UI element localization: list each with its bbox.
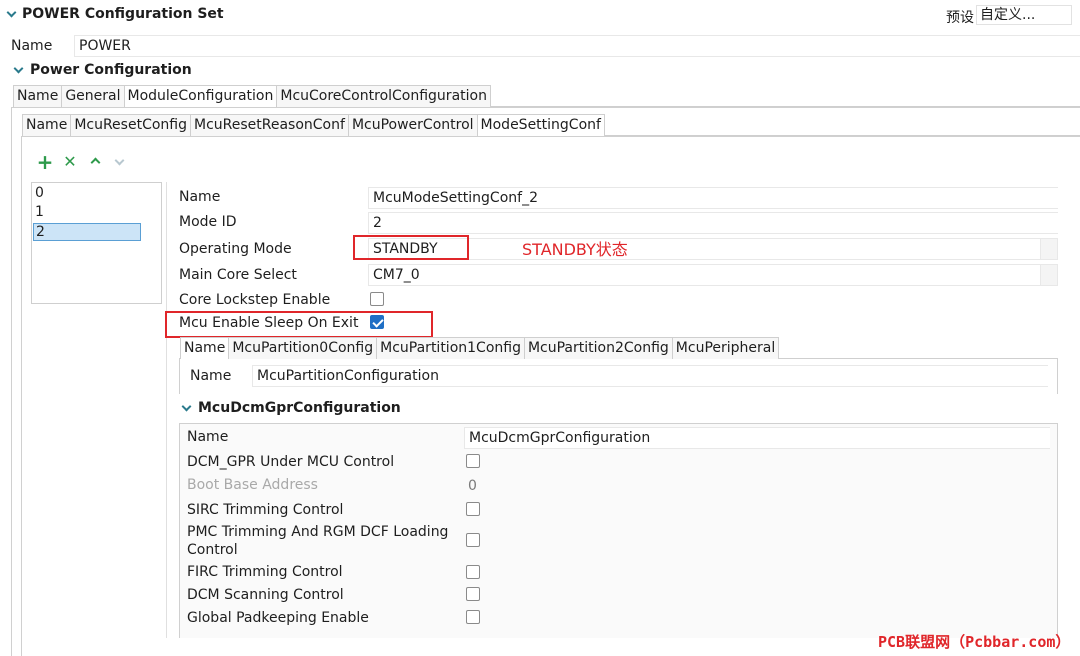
lockstep-label: Core Lockstep Enable (179, 292, 331, 308)
mode-id-input[interactable]: 2 (368, 212, 1058, 234)
padkeeping-checkbox[interactable] (466, 610, 480, 624)
mode-list: 0 1 2 (31, 182, 162, 304)
tab-peripheral[interactable]: McuPeripheral (671, 337, 780, 359)
preset-select[interactable]: 自定义... (976, 5, 1072, 25)
dcm-scan-label: DCM Scanning Control (187, 587, 344, 603)
tab-general[interactable]: General (61, 85, 125, 107)
tab-partition0[interactable]: McuPartition0Config (228, 337, 378, 359)
mode-id-label: Mode ID (179, 214, 237, 230)
dcm-section-title: McuDcmGprConfiguration (198, 400, 401, 416)
dcm-name-input[interactable]: McuDcmGprConfiguration (464, 427, 1050, 449)
dcm-scan-checkbox[interactable] (466, 587, 480, 601)
collapse-icon[interactable] (6, 7, 17, 18)
page-title: POWER Configuration Set (22, 6, 224, 22)
watermark-text: PCB联盟网（Pcbbar.com） (878, 633, 1071, 651)
list-item-selected[interactable]: 2 (33, 223, 141, 241)
pmc-label-line1: PMC Trimming And RGM DCF Loading (187, 524, 449, 540)
tab-mcu-reset-config[interactable]: McuResetConfig (70, 114, 191, 136)
collapse-icon[interactable] (13, 63, 24, 74)
sirc-label: SIRC Trimming Control (187, 502, 344, 518)
highlight-box (353, 235, 469, 260)
dcm-gpr-checkbox[interactable] (466, 454, 480, 468)
main-core-select[interactable]: CM7_0 (368, 264, 1040, 286)
pmc-label-line2: Control (187, 542, 238, 558)
dcm-name-label: Name (187, 429, 229, 445)
highlight-box (165, 311, 433, 338)
move-down-icon[interactable] (110, 150, 128, 168)
padkeeping-label: Global Padkeeping Enable (187, 610, 369, 626)
pmc-checkbox[interactable] (466, 533, 480, 547)
sirc-checkbox[interactable] (466, 502, 480, 516)
tab-mode-setting[interactable]: ModeSettingConf (476, 114, 605, 136)
tab-module-configuration[interactable]: ModuleConfiguration (123, 85, 278, 107)
boot-base-value: 0 (468, 478, 477, 494)
lockstep-checkbox[interactable] (370, 292, 384, 306)
dropdown-arrow[interactable] (1040, 264, 1058, 286)
main-core-label: Main Core Select (179, 267, 297, 283)
tab-mcu-reset-reason[interactable]: McuResetReasonConf (190, 114, 349, 136)
partition-name-label: Name (190, 368, 232, 384)
firc-label: FIRC Trimming Control (187, 564, 343, 580)
tab-name[interactable]: Name (22, 114, 72, 136)
annotation-text: STANDBY状态 (522, 240, 628, 259)
separator (166, 182, 167, 638)
delete-icon[interactable]: ✕ (61, 153, 79, 171)
dropdown-arrow[interactable] (1040, 238, 1058, 260)
dcm-gpr-label: DCM_GPR Under MCU Control (187, 454, 395, 470)
list-item[interactable]: 1 (35, 204, 44, 220)
operating-mode-label: Operating Mode (179, 241, 292, 257)
tabbar-level1: Name General ModuleConfiguration McuCore… (13, 85, 1080, 107)
tab-name[interactable]: Name (13, 85, 63, 107)
name-label: Name (179, 189, 221, 205)
name-input[interactable]: McuModeSettingConf_2 (368, 187, 1058, 209)
tab-name[interactable]: Name (180, 337, 230, 359)
add-icon[interactable]: + (36, 152, 54, 172)
preset-label: 预设 (946, 10, 974, 26)
tab-partition2[interactable]: McuPartition2Config (523, 337, 673, 359)
firc-checkbox[interactable] (466, 565, 480, 579)
tab-mcu-power-control[interactable]: McuPowerControl (347, 114, 478, 136)
list-item[interactable]: 0 (35, 185, 44, 201)
section-title: Power Configuration (30, 62, 192, 78)
tabbar-level3: Name McuPartition0Config McuPartition1Co… (180, 337, 1058, 359)
top-name-label: Name (11, 38, 53, 54)
move-up-icon[interactable] (86, 152, 104, 170)
boot-base-label: Boot Base Address (187, 477, 318, 493)
top-name-input[interactable]: POWER (74, 35, 1080, 57)
tab-mcu-core-control[interactable]: McuCoreControlConfiguration (276, 85, 491, 107)
partition-name-input[interactable]: McuPartitionConfiguration (252, 365, 1048, 387)
tab-partition1[interactable]: McuPartition1Config (376, 337, 525, 359)
tabbar-level2: Name McuResetConfig McuResetReasonConf M… (22, 114, 1080, 136)
